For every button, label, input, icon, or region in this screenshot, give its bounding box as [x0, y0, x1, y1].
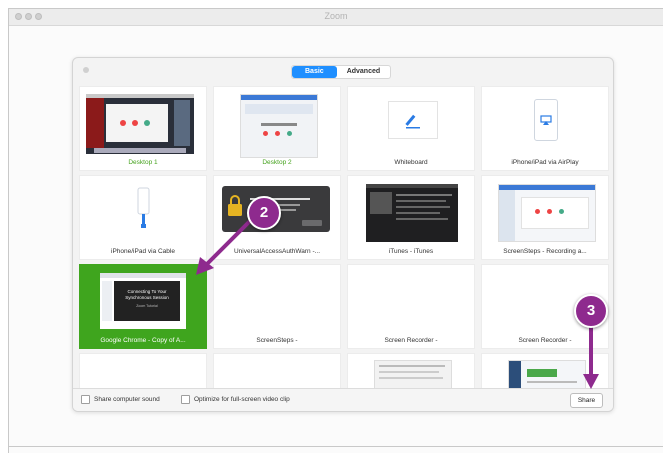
chrome-thumbnail: Connecting To Your Synchronous Session Z… [100, 273, 186, 329]
tile-label: Screen Recorder - [384, 337, 438, 344]
pen-icon [405, 114, 420, 129]
tile-label: Desktop 1 [128, 159, 158, 166]
checkbox-icon[interactable] [81, 395, 90, 404]
tab-switcher: Basic Advanced [291, 65, 392, 79]
share-source-grid: Desktop 1 Desktop 2 Whiteboard iPhone/iP… [73, 86, 613, 388]
tile-label: Google Chrome - Copy of A... [100, 337, 186, 344]
share-sound-checkbox[interactable]: Share computer sound [81, 395, 160, 404]
share-tile-desktop-2[interactable]: Desktop 2 [213, 86, 341, 171]
tile-label: UniversalAccessAuthWarn -... [233, 248, 321, 255]
tile-label: Desktop 2 [262, 159, 292, 166]
tab-advanced[interactable]: Advanced [337, 66, 390, 78]
tile-label: iPhone/iPad via AirPlay [511, 159, 579, 166]
desktop-1-thumbnail [86, 94, 194, 154]
row4-3-thumbnail [374, 360, 452, 388]
screensteps-recording-thumbnail [498, 184, 596, 242]
step-2-callout: 2 [247, 196, 281, 230]
chrome-slide-title: Connecting To Your Synchronous Session [125, 289, 169, 300]
share-tile-airplay[interactable]: iPhone/iPad via AirPlay [481, 86, 609, 171]
share-tile-screensteps[interactable]: ScreenSteps - [213, 264, 341, 349]
dialog-close-button[interactable] [83, 67, 89, 73]
step-3-callout: 3 [574, 294, 608, 328]
share-sound-label: Share computer sound [94, 396, 160, 403]
airplay-device-icon [534, 99, 558, 141]
share-tile-google-chrome[interactable]: Connecting To Your Synchronous Session Z… [79, 264, 207, 349]
cable-icon [137, 187, 150, 228]
share-tile-whiteboard[interactable]: Whiteboard [347, 86, 475, 171]
desktop-2-thumbnail [240, 94, 318, 158]
optimize-video-checkbox[interactable]: Optimize for full-screen video clip [181, 395, 290, 404]
share-button[interactable]: Share [570, 393, 603, 408]
window-title: Zoom [324, 11, 348, 21]
optimize-video-label: Optimize for full-screen video clip [194, 396, 290, 403]
share-tile-cable[interactable]: iPhone/iPad via Cable [79, 175, 207, 260]
tab-basic[interactable]: Basic [292, 66, 337, 78]
cable-device-icon [132, 184, 154, 232]
tile-label: iTunes - iTunes [388, 248, 434, 255]
tile-label: iPhone/iPad via Cable [111, 248, 175, 255]
share-screen-dialog: Basic Advanced Desktop 1 Desktop 2 White… [72, 57, 614, 412]
share-tile-screensteps-recording[interactable]: ScreenSteps - Recording a... [481, 175, 609, 260]
row4-4-thumbnail [508, 360, 586, 388]
tile-label: ScreenSteps - [256, 337, 298, 344]
tile-label: Screen Recorder - [518, 337, 572, 344]
dialog-bottom-bar: Share computer sound Optimize for full-s… [73, 388, 613, 411]
itunes-thumbnail [366, 184, 458, 242]
airplay-icon [540, 115, 552, 125]
chrome-slide-subtitle: Zoom Tutorial [136, 304, 158, 308]
window-bottom-edge [9, 446, 663, 447]
share-tile-desktop-1[interactable]: Desktop 1 [79, 86, 207, 171]
title-bar: Zoom [9, 9, 663, 26]
share-tile-itunes[interactable]: iTunes - iTunes [347, 175, 475, 260]
checkbox-icon[interactable] [181, 395, 190, 404]
share-tile-row4-4[interactable] [481, 353, 609, 388]
share-tile-row4-2[interactable] [213, 353, 341, 388]
whiteboard-thumbnail [388, 101, 438, 139]
share-tile-row4-3[interactable] [347, 353, 475, 388]
tile-label: ScreenSteps - Recording a... [503, 248, 587, 255]
tile-label: Whiteboard [394, 159, 428, 166]
share-tile-row4-1[interactable] [79, 353, 207, 388]
share-tile-screen-recorder-1[interactable]: Screen Recorder - [347, 264, 475, 349]
